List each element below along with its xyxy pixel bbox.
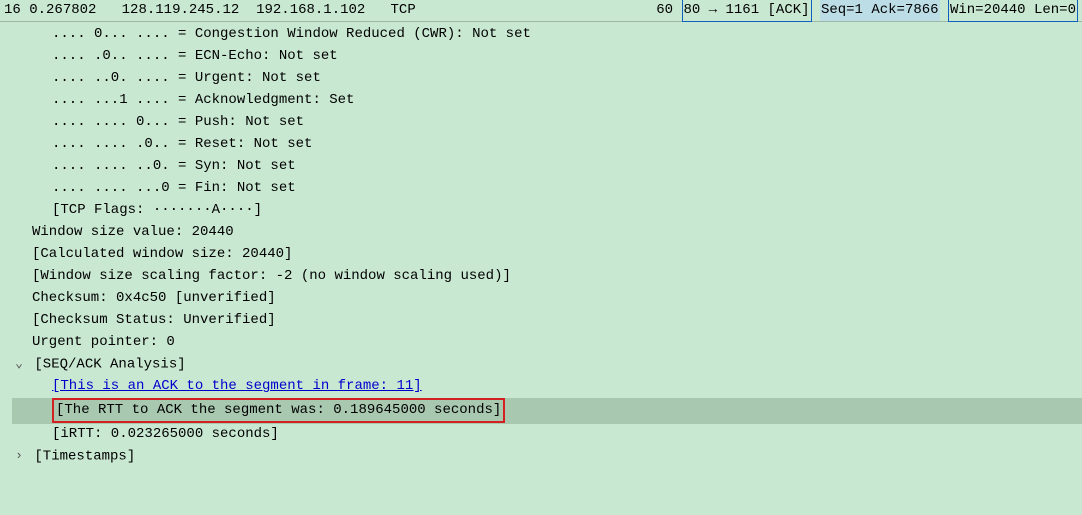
info-win-len: Win=20440 Len=0 xyxy=(948,0,1078,22)
ack-to-segment[interactable]: [This is an ACK to the segment in frame:… xyxy=(12,376,1082,398)
calc-window-size[interactable]: [Calculated window size: 20440] xyxy=(12,244,1082,266)
flag-urg[interactable]: .... ..0. .... = Urgent: Not set xyxy=(12,68,1082,90)
packet-details-pane: .... 0... .... = Congestion Window Reduc… xyxy=(0,22,1082,469)
flag-rst[interactable]: .... .... .0.. = Reset: Not set xyxy=(12,134,1082,156)
flag-summary[interactable]: [TCP Flags: ·······A····] xyxy=(12,200,1082,222)
checksum[interactable]: Checksum: 0x4c50 [unverified] xyxy=(12,288,1082,310)
seq-ack-analysis[interactable]: ⌄ [SEQ/ACK Analysis] xyxy=(12,354,1082,376)
rtt-line[interactable]: [The RTT to ACK the segment was: 0.18964… xyxy=(12,398,1082,424)
timestamps[interactable]: › [Timestamps] xyxy=(12,446,1082,468)
window-size[interactable]: Window size value: 20440 xyxy=(12,222,1082,244)
col-dst: 192.168.1.102 xyxy=(256,0,365,21)
irtt-line[interactable]: [iRTT: 0.023265000 seconds] xyxy=(12,424,1082,446)
col-time: 0.267802 xyxy=(29,0,96,21)
packet-list-row[interactable]: 16 0.267802 128.119.245.12 192.168.1.102… xyxy=(0,0,1082,22)
flag-syn[interactable]: .... .... ..0. = Syn: Not set xyxy=(12,156,1082,178)
col-no: 16 xyxy=(4,0,21,21)
expand-toggle-icon[interactable]: ⌄ xyxy=(12,354,26,374)
info-seq-ack: Seq=1 Ack=7866 xyxy=(820,0,940,21)
flag-fin[interactable]: .... .... ...0 = Fin: Not set xyxy=(12,178,1082,200)
checksum-status[interactable]: [Checksum Status: Unverified] xyxy=(12,310,1082,332)
col-proto: TCP xyxy=(391,0,416,21)
col-src: 128.119.245.12 xyxy=(122,0,240,21)
urgent-pointer[interactable]: Urgent pointer: 0 xyxy=(12,332,1082,354)
flag-ecn[interactable]: .... .0.. .... = ECN-Echo: Not set xyxy=(12,46,1082,68)
flag-cwr[interactable]: .... 0... .... = Congestion Window Reduc… xyxy=(12,24,1082,46)
rtt-highlight: [The RTT to ACK the segment was: 0.18964… xyxy=(52,398,505,423)
window-scale-factor[interactable]: [Window size scaling factor: -2 (no wind… xyxy=(12,266,1082,288)
collapse-toggle-icon[interactable]: › xyxy=(12,446,26,466)
col-len: 60 xyxy=(656,0,673,21)
info-ports: 80 → 1161 [ACK] xyxy=(682,0,812,22)
flag-ack[interactable]: .... ...1 .... = Acknowledgment: Set xyxy=(12,90,1082,112)
flag-psh[interactable]: .... .... 0... = Push: Not set xyxy=(12,112,1082,134)
